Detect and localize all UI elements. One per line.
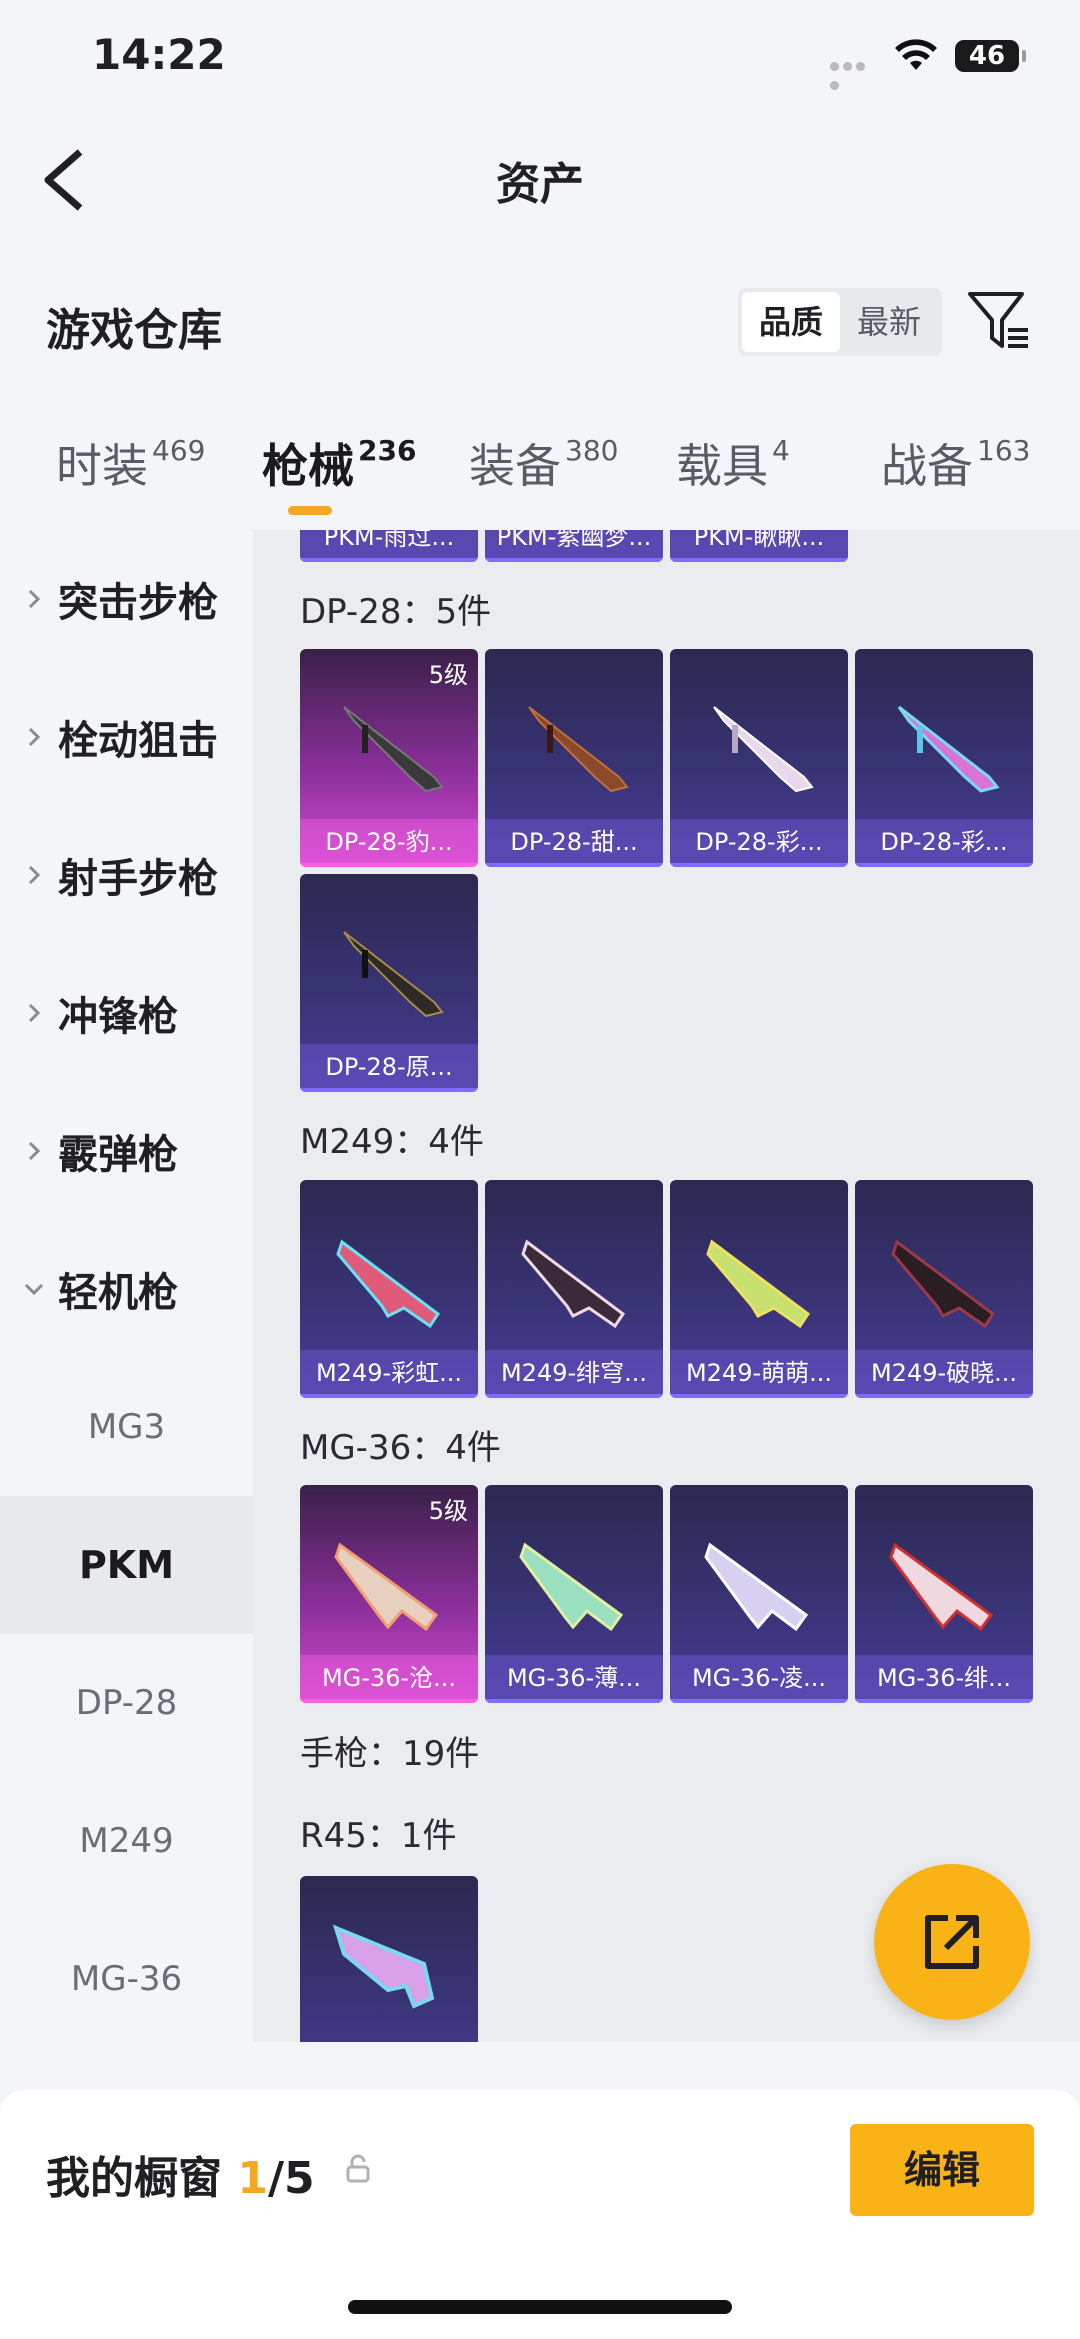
home-indicator: [348, 2300, 732, 2314]
group-title-mg36: MG-36：4件: [300, 1428, 501, 1468]
skin-card[interactable]: 5级 DP-28-豹...: [300, 649, 478, 867]
revolver-icon: [332, 1924, 435, 2009]
chevron-right-icon: [28, 589, 41, 609]
skin-card[interactable]: DP-28-彩...: [855, 649, 1033, 867]
chevron-right-icon: [28, 865, 41, 885]
group-title-pistol: 手枪：19件: [300, 1734, 480, 1774]
lmg-icon: [521, 1239, 626, 1329]
skin-grid: PKM-雨过... PKM-紫幽梦... PKM-瞅瞅... DP-28：5件 …: [253, 530, 1080, 2042]
edit-button[interactable]: 编辑: [850, 2124, 1034, 2216]
skin-card[interactable]: MG-36-薄...: [485, 1485, 663, 1703]
group-title-dp28: DP-28：5件: [300, 592, 492, 632]
skin-card[interactable]: M249-彩虹...: [300, 1180, 478, 1398]
filter-icon[interactable]: [966, 288, 1032, 356]
lock-icon: [346, 2154, 370, 2183]
lmg-icon: [889, 1542, 994, 1632]
lmg-icon: [891, 1239, 996, 1329]
lmg-icon: [704, 1542, 809, 1632]
skin-card[interactable]: DP-28-甜...: [485, 649, 663, 867]
share-icon: [925, 1915, 979, 1969]
chevron-right-icon: [28, 727, 41, 747]
sidebar-sub-mg3[interactable]: MG3: [0, 1358, 253, 1496]
sidebar-item-bolt-sniper[interactable]: 栓动狙击: [0, 668, 253, 806]
tab-fashion[interactable]: 时装 469: [56, 430, 205, 496]
sidebar-item-lmg[interactable]: 轻机枪: [0, 1220, 253, 1358]
skin-card[interactable]: PKM-瞅瞅...: [670, 530, 848, 562]
skin-card[interactable]: [300, 1876, 478, 2042]
wifi-icon: [895, 39, 937, 70]
status-time: 14:22: [92, 30, 226, 79]
tab-firearms[interactable]: 枪械 236: [262, 430, 416, 496]
sidebar-item-smg[interactable]: 冲锋枪: [0, 944, 253, 1082]
tab-indicator: [288, 506, 332, 515]
sidebar-item-shotgun[interactable]: 霰弹枪: [0, 1082, 253, 1220]
skin-card[interactable]: M249-萌萌...: [670, 1180, 848, 1398]
showcase-label: 我的橱窗 1/5: [46, 2153, 315, 2204]
sort-option-newest[interactable]: 最新: [840, 292, 938, 352]
page-title: 资产: [496, 159, 584, 210]
sidebar-sub-dp28[interactable]: DP-28: [0, 1634, 253, 1772]
chevron-right-icon: [28, 1003, 41, 1023]
skin-card[interactable]: PKM-紫幽梦...: [485, 530, 663, 562]
sidebar-sub-mg36[interactable]: MG-36: [0, 1910, 253, 2048]
tab-gear[interactable]: 战备 163: [881, 430, 1030, 496]
status-bar: 14:22 46: [0, 0, 1080, 120]
skin-card[interactable]: MG-36-绯...: [855, 1485, 1033, 1703]
lmg-icon: [706, 1239, 811, 1329]
sidebar-sub-pkm[interactable]: PKM: [0, 1496, 253, 1634]
lmg-icon: [897, 705, 1000, 793]
lmg-icon: [336, 1239, 441, 1329]
skin-card[interactable]: M249-绯穹...: [485, 1180, 663, 1398]
lmg-icon: [343, 931, 444, 1018]
weapon-sidebar: 突击步枪 栓动狙击 射手步枪 冲锋枪 霰弹枪 轻机枪 MG3 PKM DP-28…: [0, 530, 253, 2042]
skin-card[interactable]: M249-破晓...: [855, 1180, 1033, 1398]
tab-vehicles[interactable]: 载具 4: [676, 430, 790, 496]
skin-card[interactable]: MG-36-凌...: [670, 1485, 848, 1703]
sort-toggle[interactable]: 品质 最新: [738, 288, 942, 356]
section-title: 游戏仓库: [46, 305, 222, 356]
sidebar-item-assault-rifle[interactable]: 突击步枪: [0, 530, 253, 668]
lmg-icon: [528, 706, 629, 793]
lmg-icon: [519, 1542, 624, 1632]
group-title-r45: R45：1件: [300, 1816, 457, 1856]
lmg-icon: [343, 706, 444, 793]
lmg-icon: [334, 1542, 439, 1632]
lmg-icon: [713, 706, 814, 793]
chevron-right-icon: [28, 1141, 41, 1161]
skin-card[interactable]: DP-28-彩...: [670, 649, 848, 867]
sort-option-quality[interactable]: 品质: [742, 292, 840, 352]
skin-card[interactable]: 5级 MG-36-沧...: [300, 1485, 478, 1703]
sidebar-item-marksman-rifle[interactable]: 射手步枪: [0, 806, 253, 944]
tab-equipment[interactable]: 装备 380: [469, 430, 618, 496]
group-title-m249: M249：4件: [300, 1122, 484, 1162]
chevron-down-icon: [24, 1283, 44, 1296]
category-tabs: 时装 469 枪械 236 装备 380 载具 4 战备 163: [0, 430, 1080, 530]
battery-icon: 46: [955, 40, 1026, 72]
skin-card[interactable]: DP-28-原...: [300, 874, 478, 1092]
sidebar-sub-m249[interactable]: M249: [0, 1772, 253, 1910]
signal-icon: [830, 56, 880, 90]
share-button[interactable]: [874, 1864, 1030, 2020]
skin-card[interactable]: PKM-雨过...: [300, 530, 478, 562]
